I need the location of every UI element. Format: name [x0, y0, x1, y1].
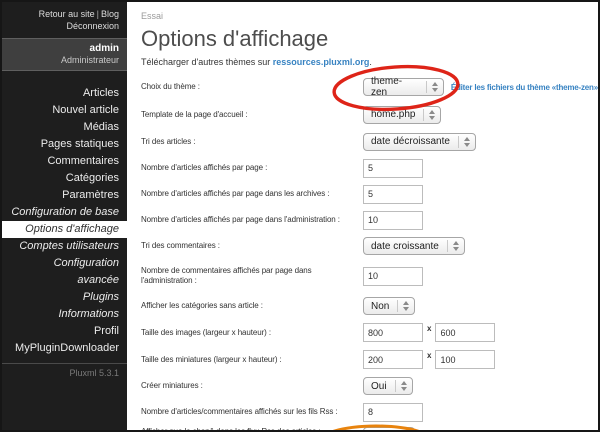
- form-row-rss-count: Nombre d'articles/commentaires affichés …: [141, 399, 598, 425]
- form-row-comment-sort: Tri des commentaires : date croissante: [141, 233, 598, 259]
- form-row-thumbnail-size: Taille des miniatures (largeur x hauteur…: [141, 346, 598, 373]
- breadcrumb: Essai: [141, 10, 598, 22]
- user-role: Administrateur: [10, 55, 119, 66]
- sidebar-item-informations[interactable]: Informations: [2, 306, 127, 323]
- field-label: Nombre de commentaires affichés par page…: [141, 266, 363, 286]
- articles-per-page-input[interactable]: [363, 159, 423, 178]
- form-row-article-sort: Tri des articles : date décroissante: [141, 128, 598, 155]
- image-width-input[interactable]: [363, 323, 423, 342]
- form-row-image-size: Taille des images (largeur x hauteur) : …: [141, 319, 598, 346]
- user-box: admin Administrateur: [2, 38, 127, 71]
- field-label: Tri des articles :: [141, 137, 363, 147]
- empty-categories-select[interactable]: Non: [363, 297, 415, 315]
- rss-count-input[interactable]: [363, 403, 423, 422]
- selected-value: Non: [371, 301, 389, 312]
- sidebar: Retour au site|Blog Déconnexion admin Ad…: [2, 2, 127, 430]
- form-row-rss-chapo: Afficher que le chapô dans les flux Rss …: [141, 425, 598, 430]
- download-text: Télécharger d'autres thèmes sur: [141, 57, 273, 67]
- rss-chapo-select[interactable]: Non: [363, 427, 415, 430]
- field-label: Afficher que le chapô dans les flux Rss …: [141, 427, 363, 430]
- sidebar-top-links: Retour au site|Blog Déconnexion: [2, 2, 127, 36]
- sidebar-item-pages-statiques[interactable]: Pages statiques: [2, 136, 127, 153]
- field-label: Créer miniatures :: [141, 381, 363, 391]
- form-row-admin-articles-per-page: Nombre d'articles affichés par page dans…: [141, 207, 598, 233]
- admin-articles-per-page-input[interactable]: [363, 211, 423, 230]
- size-separator: x: [427, 351, 431, 360]
- display-options-form: Choix du thème : theme-zen Éditer les fi…: [141, 73, 598, 430]
- selected-value: date décroissante: [371, 136, 450, 147]
- link-separator: |: [97, 9, 99, 19]
- pluxml-admin-window: Retour au site|Blog Déconnexion admin Ad…: [0, 0, 600, 432]
- comment-sort-select[interactable]: date croissante: [363, 237, 465, 255]
- sidebar-item-configuration-de-base[interactable]: Configuration de base: [2, 204, 127, 221]
- sidebar-item-configuration-avancee[interactable]: Configuration avancée: [2, 255, 127, 289]
- create-thumbnails-select[interactable]: Oui: [363, 377, 413, 395]
- pluxml-resources-link[interactable]: ressources.pluxml.org: [273, 57, 370, 67]
- sidebar-item-categories[interactable]: Catégories: [2, 170, 127, 187]
- sidebar-item-commentaires[interactable]: Commentaires: [2, 153, 127, 170]
- form-row-archives-per-page: Nombre d'articles affichés par page dans…: [141, 181, 598, 207]
- sidebar-item-profil[interactable]: Profil: [2, 323, 127, 340]
- form-row-template: Template de la page d'accueil : home.php: [141, 101, 598, 128]
- form-row-create-thumbnails: Créer miniatures : Oui: [141, 373, 598, 399]
- page-title: Options d'affichage: [141, 27, 598, 51]
- size-separator: x: [427, 324, 431, 333]
- homepage-template-select[interactable]: home.php: [363, 106, 441, 124]
- sidebar-item-nouvel-article[interactable]: Nouvel article: [2, 102, 127, 119]
- select-stepper-icon: [423, 109, 435, 121]
- sidebar-item-medias[interactable]: Médias: [2, 119, 127, 136]
- sidebar-item-options-affichage[interactable]: Options d'affichage: [2, 221, 127, 238]
- form-row-articles-per-page: Nombre d'articles affichés par page :: [141, 155, 598, 181]
- sidebar-item-myplugindownloader[interactable]: MyPluginDownloader: [2, 340, 127, 357]
- thumb-height-input[interactable]: [435, 350, 495, 369]
- sidebar-item-parametres[interactable]: Paramètres: [2, 187, 127, 204]
- sidebar-menu: Articles Nouvel article Médias Pages sta…: [2, 85, 127, 357]
- selected-value: Oui: [371, 381, 387, 392]
- form-row-theme: Choix du thème : theme-zen Éditer les fi…: [141, 73, 598, 101]
- main-content: Essai Options d'affichage Télécharger d'…: [127, 2, 598, 430]
- selected-value: date croissante: [371, 241, 439, 252]
- image-height-input[interactable]: [435, 323, 495, 342]
- version-label: Pluxml 5.3.1: [2, 368, 127, 378]
- field-label: Afficher les catégories sans article :: [141, 301, 363, 311]
- thumb-width-input[interactable]: [363, 350, 423, 369]
- field-label: Nombre d'articles/commentaires affichés …: [141, 407, 363, 417]
- form-row-admin-comments-per-page: Nombre de commentaires affichés par page…: [141, 259, 598, 293]
- select-stepper-icon: [458, 136, 470, 148]
- article-sort-select[interactable]: date décroissante: [363, 133, 476, 151]
- field-label: Choix du thème :: [141, 82, 363, 92]
- blog-link[interactable]: Blog: [101, 9, 119, 19]
- selected-value: home.php: [371, 109, 415, 120]
- sidebar-item-comptes-utilisateurs[interactable]: Comptes utilisateurs: [2, 238, 127, 255]
- select-stepper-icon: [395, 380, 407, 392]
- field-label: Tri des commentaires :: [141, 241, 363, 251]
- username: admin: [10, 43, 119, 55]
- selected-value: theme-zen: [371, 76, 418, 98]
- form-row-empty-categories: Afficher les catégories sans article : N…: [141, 293, 598, 319]
- sidebar-item-articles[interactable]: Articles: [2, 85, 127, 102]
- field-label: Nombre d'articles affichés par page :: [141, 163, 363, 173]
- admin-comments-per-page-input[interactable]: [363, 267, 423, 286]
- select-stepper-icon: [447, 240, 459, 252]
- field-label: Taille des images (largeur x hauteur) :: [141, 328, 363, 338]
- theme-select[interactable]: theme-zen: [363, 78, 444, 96]
- download-suffix: .: [369, 57, 372, 67]
- select-stepper-icon: [426, 81, 438, 93]
- sidebar-divider: [2, 363, 127, 364]
- field-label: Template de la page d'accueil :: [141, 110, 363, 120]
- logout-link[interactable]: Déconnexion: [66, 21, 119, 31]
- field-label: Nombre d'articles affichés par page dans…: [141, 215, 363, 225]
- select-stepper-icon: [397, 300, 409, 312]
- sidebar-item-plugins[interactable]: Plugins: [2, 289, 127, 306]
- edit-theme-files-link[interactable]: Éditer les fichiers du thème «theme-zen»: [451, 83, 598, 92]
- field-label: Taille des miniatures (largeur x hauteur…: [141, 355, 363, 365]
- archives-per-page-input[interactable]: [363, 185, 423, 204]
- themes-download-note: Télécharger d'autres thèmes sur ressourc…: [141, 57, 598, 68]
- field-label: Nombre d'articles affichés par page dans…: [141, 189, 363, 199]
- return-to-site-link[interactable]: Retour au site: [39, 9, 95, 19]
